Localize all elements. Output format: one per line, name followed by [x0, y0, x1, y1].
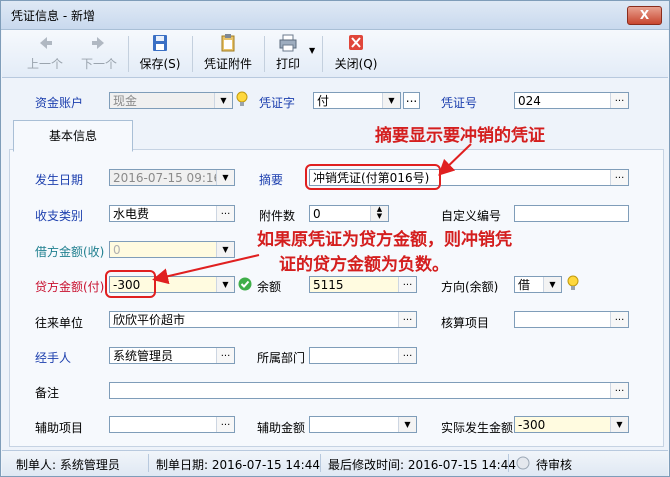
status-state-text: 待审核	[536, 458, 573, 472]
status-separator	[508, 454, 509, 472]
voucher-window: 凭证信息 - 新增 X 上一个 下一个 保存(S) 凭证附件 打印 ▼ 关闭(Q…	[0, 0, 670, 477]
credit-annotation-line2: 证的贷方金额为负数。	[279, 255, 449, 275]
creator-text: 制单人: 系统管理员	[16, 458, 120, 472]
status-separator	[320, 454, 321, 472]
status-separator	[148, 454, 149, 472]
summary-annotation: 摘要显示要冲销的凭证	[375, 126, 545, 146]
status-indicator-icon	[516, 456, 530, 470]
modified-time-text: 最后修改时间: 2016-07-15 14:44	[328, 458, 516, 472]
status-bar: 制单人: 系统管理员 制单日期: 2016-07-15 14:44 最后修改时间…	[2, 450, 668, 476]
credit-annotation-line1: 如果原凭证为贷方金额，则冲销凭	[257, 230, 512, 250]
created-date-text: 制单日期: 2016-07-15 14:44	[156, 458, 320, 472]
